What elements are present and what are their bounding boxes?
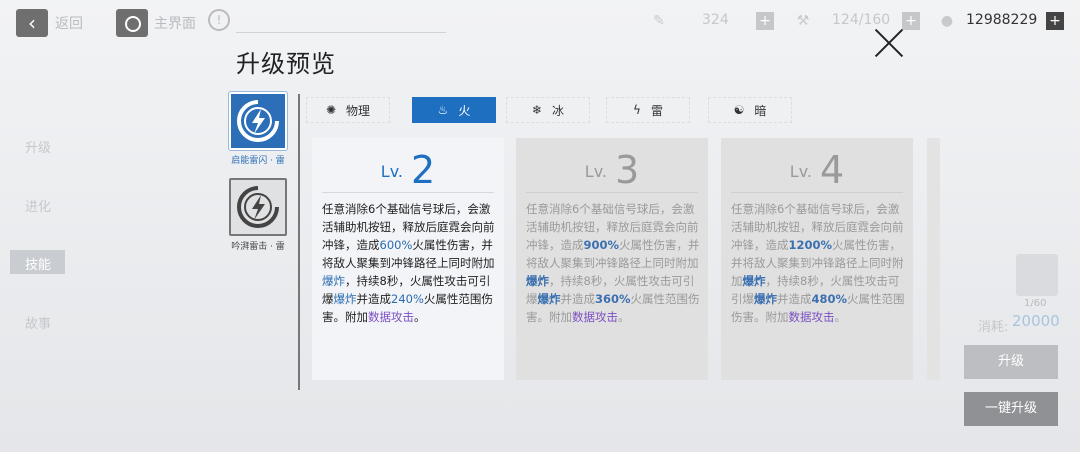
level-heading: Lv. 3 — [516, 148, 708, 192]
physical-icon: ✺ — [325, 103, 337, 117]
energy-icon: ✎ — [653, 13, 665, 29]
side-tab-evolve[interactable]: 进化 — [25, 196, 51, 215]
tab-label: 冰 — [552, 103, 565, 118]
explosion-keyword[interactable]: 爆炸 — [538, 292, 561, 306]
next-level-card-peek[interactable] — [927, 138, 940, 380]
add-resource-1-button[interactable]: + — [756, 12, 774, 30]
damage-value: 900% — [583, 238, 620, 252]
chevron-left-icon: ‹ — [28, 11, 36, 35]
hammer-icon: ⚒ — [796, 13, 810, 29]
level-separator — [526, 192, 698, 193]
level-description: 任意消除6个基础信号球后，会激活辅助机按钮，释放后庭霓会向前冲锋，造成600%火… — [322, 202, 495, 324]
level-number: 3 — [615, 148, 640, 192]
cost-value: 20000 — [1012, 312, 1060, 330]
lightning-skill-icon — [229, 178, 287, 236]
level-heading: Lv. 2 — [312, 148, 504, 192]
tab-label: 物理 — [346, 103, 371, 118]
tab-label: 暗 — [754, 103, 767, 118]
cost-label: 消耗: — [978, 320, 1009, 335]
tab-label: 雷 — [650, 103, 663, 118]
fire-icon: ♨ — [437, 103, 449, 117]
tab-physical[interactable]: ✺ 物理 — [306, 97, 390, 123]
skill-name: 启能雷闪 · 雷 — [231, 156, 285, 166]
home-label: 主界面 — [154, 16, 196, 32]
lightning-skill-icon — [229, 92, 287, 150]
level-prefix: Lv. — [584, 162, 608, 181]
side-tab-skill[interactable]: 技能 — [10, 250, 65, 274]
level-card-2: Lv. 2 任意消除6个基础信号球后，会激活辅助机按钮，释放后庭霓会向前冲锋，造成… — [312, 138, 504, 380]
coin-icon: ● — [940, 13, 954, 29]
skill-item-1[interactable]: 启能雷闪 · 雷 — [226, 92, 290, 166]
ice-icon: ❄ — [531, 103, 543, 117]
explosion-keyword[interactable]: 爆炸 — [754, 292, 777, 306]
skill-name: 吟湃雷击 · 雷 — [231, 242, 285, 252]
level-separator — [322, 192, 494, 193]
tab-fire[interactable]: ♨ 火 — [412, 97, 496, 123]
level-card-3: Lv. 3 任意消除6个基础信号球后，会激活辅助机按钮，释放后庭霓会向前冲锋，造成… — [516, 138, 708, 380]
back-label: 返回 — [55, 16, 83, 32]
back-button[interactable]: ‹ — [16, 9, 48, 37]
divider — [298, 94, 300, 390]
material-count: 1/60 — [1024, 298, 1047, 309]
damage-value: 1200% — [788, 238, 833, 252]
resource-1-value: 324 — [702, 12, 729, 28]
level-number: 2 — [411, 148, 436, 192]
tab-label: 火 — [458, 103, 471, 118]
explosion-keyword[interactable]: 爆炸 — [526, 274, 549, 288]
level-prefix: Lv. — [789, 162, 813, 181]
level-separator — [731, 192, 903, 193]
info-icon[interactable]: ! — [208, 9, 230, 31]
tab-thunder[interactable]: ϟ 雷 — [606, 97, 690, 123]
aoe-value: 360% — [595, 292, 631, 306]
explosion-keyword[interactable]: 爆炸 — [743, 274, 766, 288]
side-tab-skill-label: 技能 — [25, 258, 52, 273]
home-button[interactable] — [116, 9, 148, 37]
damage-value: 600% — [379, 238, 413, 252]
data-attack-keyword[interactable]: 数据攻击 — [368, 310, 414, 324]
skill-item-2[interactable]: 吟湃雷击 · 雷 — [226, 178, 290, 252]
modal-top-line — [236, 32, 446, 33]
dark-icon: ☯ — [733, 103, 745, 117]
tab-ice[interactable]: ❄ 冰 — [506, 97, 590, 123]
aoe-value: 240% — [391, 292, 424, 306]
side-tab-story[interactable]: 故事 — [25, 313, 51, 332]
level-prefix: Lv. — [380, 162, 404, 181]
modal-title: 升级预览 — [236, 50, 336, 78]
material-card[interactable] — [1016, 254, 1058, 296]
coin-value: 12988229 — [966, 12, 1038, 28]
thunder-icon: ϟ — [633, 103, 641, 117]
add-coin-button[interactable]: + — [1046, 12, 1064, 30]
level-number: 4 — [820, 148, 845, 192]
side-tab-upgrade[interactable]: 升级 — [25, 137, 51, 156]
tab-dark[interactable]: ☯ 暗 — [708, 97, 792, 123]
level-heading: Lv. 4 — [721, 148, 913, 192]
aoe-value: 480% — [811, 292, 848, 306]
level-description: 任意消除6个基础信号球后，会激活辅助机按钮，释放后庭霓会向前冲锋，造成900%火… — [526, 202, 700, 324]
data-attack-keyword[interactable]: 数据攻击 — [789, 310, 835, 324]
level-description: 任意消除6个基础信号球后，会激活辅助机按钮，释放后庭霓会向前冲锋，造成1200%… — [731, 202, 905, 324]
top-bar: ‹ 返回 主界面 ! ✎ 324 + ⚒ 124/160 + ● 1298822… — [0, 0, 1080, 44]
explosion-keyword[interactable]: 爆炸 — [334, 292, 357, 306]
level-card-4: Lv. 4 任意消除6个基础信号球后，会激活辅助机按钮，释放后庭霓会向前冲锋，造成… — [721, 138, 913, 380]
upgrade-button[interactable]: 升级 — [964, 345, 1058, 379]
explosion-keyword[interactable]: 爆炸 — [322, 274, 345, 288]
data-attack-keyword[interactable]: 数据攻击 — [572, 310, 618, 324]
one-key-upgrade-button[interactable]: 一键升级 — [964, 392, 1058, 426]
close-icon[interactable] — [872, 26, 906, 60]
